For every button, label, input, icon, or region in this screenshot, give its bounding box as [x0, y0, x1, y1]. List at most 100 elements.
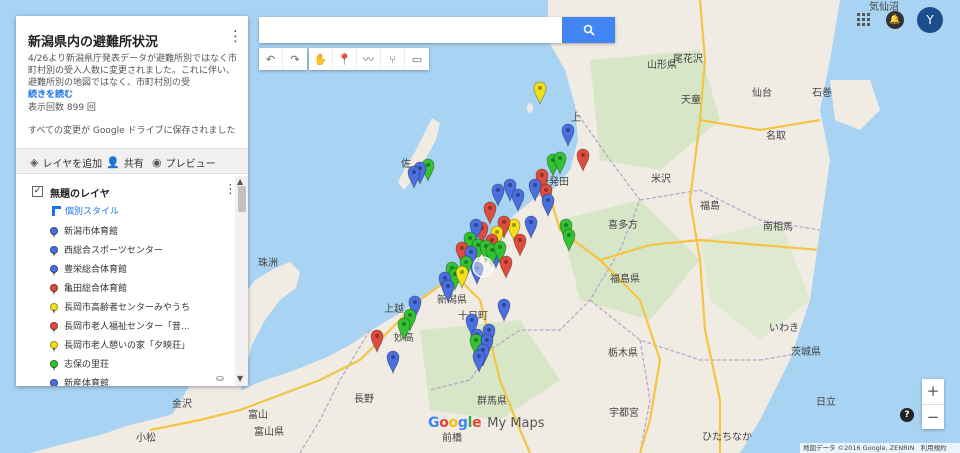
- map-description[interactable]: 4/26より新潟県庁発表データが避難所別ではなく市町村別の受入人数に変更されまし…: [28, 53, 240, 89]
- marker-pin-icon: [50, 302, 58, 314]
- marker-pin-icon: [50, 264, 58, 276]
- terms-link[interactable]: 利用規約: [921, 444, 947, 452]
- paint-roller-icon: [52, 205, 61, 216]
- help-icon[interactable]: ?: [900, 408, 914, 422]
- place-list-item[interactable]: 長岡市高齢者センターみやうち: [50, 300, 191, 314]
- map-place-label: 仙台: [752, 86, 772, 99]
- history-toolbar: ↶ ↷: [259, 48, 307, 70]
- zoom-control: + −: [922, 379, 944, 429]
- layer-visibility-checkbox[interactable]: ✓: [32, 186, 43, 197]
- map-place-label: 米沢: [651, 172, 671, 185]
- notification-bell-icon[interactable]: 🔔: [886, 11, 904, 29]
- read-more-link[interactable]: 続きを読む: [28, 87, 73, 100]
- style-link[interactable]: 個別スタイル: [52, 204, 119, 217]
- marker-pin-icon: [50, 245, 58, 257]
- place-name: 亀田総合体育館: [64, 284, 128, 294]
- map-place-label: 富山: [248, 408, 268, 421]
- layer-section: ✓ 無題のレイヤ ⋮ 個別スタイル 新潟市体育館 西総合スポーツセンター 豊栄総合体…: [16, 176, 248, 386]
- place-list-item[interactable]: 長岡市老人憩いの家「夕映荘」: [50, 338, 191, 352]
- avatar[interactable]: Y: [917, 7, 943, 33]
- place-name: 新産体育館: [64, 379, 110, 386]
- google-my-maps-logo: Google My Maps: [428, 415, 545, 431]
- place-name: 新潟市体育館: [64, 227, 119, 237]
- map-place-label: 新発田: [539, 175, 569, 188]
- place-list-item[interactable]: 志保の里荘: [50, 357, 109, 371]
- preview-label: プレビュー: [165, 159, 216, 170]
- map-place-label: 新潟県: [437, 293, 467, 306]
- map-place-label: いわき: [769, 322, 799, 334]
- map-place-label: 福島: [700, 199, 720, 212]
- place-name: 長岡市老人福祉センター「昔...: [64, 322, 190, 332]
- place-list-item[interactable]: 新潟市体育館: [50, 224, 119, 238]
- tools-toolbar: ✋ 📍 〰 ⑂ ▭: [309, 48, 429, 70]
- map-place-label: 小松: [136, 431, 156, 444]
- wordmark-letter: e: [472, 415, 482, 431]
- place-name: 長岡市高齢者センターみやうち: [64, 303, 191, 313]
- view-count: 表示回数 899 回: [28, 103, 96, 113]
- apps-grid-icon[interactable]: [857, 13, 871, 27]
- map-place-label: 天童: [681, 93, 701, 106]
- scroll-thumb[interactable]: [238, 186, 246, 212]
- place-name: 西総合スポーツセンター: [64, 246, 163, 256]
- map-place-label: 茨城県: [791, 345, 821, 358]
- style-link-label: 個別スタイル: [65, 207, 120, 217]
- preview-button[interactable]: ◉ プレビュー: [152, 155, 216, 170]
- product-name: My Maps: [487, 416, 545, 431]
- marker-pin-icon: [50, 378, 58, 386]
- map-place-label: 妙高: [394, 331, 414, 344]
- wordmark-letter: o: [448, 415, 459, 431]
- map-place-label: 石巻: [812, 87, 832, 99]
- directions-icon[interactable]: ⑂: [381, 48, 405, 70]
- map-place-label: 南相馬: [763, 220, 793, 233]
- search-button[interactable]: [562, 17, 615, 43]
- google-wordmark: Google: [428, 415, 482, 431]
- map-place-label: 佐: [401, 158, 411, 170]
- draw-line-icon[interactable]: 〰: [357, 48, 381, 70]
- map-place-label: 長野: [354, 393, 374, 405]
- marker-pin-icon: [50, 283, 58, 295]
- map-legend-panel: 新潟県内の避難所状況 ⋮ 4/26より新潟県庁発表データが避難所別ではなく市町村…: [16, 16, 248, 386]
- place-list-item[interactable]: 豊栄総合体育館: [50, 262, 127, 276]
- save-status: すべての変更が Google ドライブに保存されました: [28, 126, 236, 136]
- add-layer-button[interactable]: ◈ レイヤを追加: [30, 155, 102, 170]
- ruler-icon[interactable]: ▭: [405, 48, 429, 70]
- place-list-item[interactable]: 新産体育館: [50, 376, 109, 386]
- map-place-label: 日立: [816, 395, 836, 408]
- zoom-in-button[interactable]: +: [922, 379, 944, 404]
- map-place-label: 富山県: [254, 425, 284, 438]
- map-title[interactable]: 新潟県内の避難所状況: [28, 31, 158, 50]
- marker-pin-icon: [50, 340, 58, 352]
- search-icon: [583, 24, 595, 36]
- redo-icon[interactable]: ↷: [283, 48, 307, 70]
- map-place-label: 喜多方: [608, 218, 638, 231]
- place-list-item[interactable]: 亀田総合体育館: [50, 281, 128, 295]
- map-place-label: 尾花沢: [673, 52, 703, 65]
- layer-name[interactable]: 無題のレイヤ: [50, 185, 110, 200]
- paint-bucket-icon[interactable]: ⛀: [216, 374, 224, 384]
- map-place-label: 上越: [384, 302, 404, 315]
- panel-actions-bar: ◈ レイヤを追加 👤 共有 ◉ プレビュー: [16, 148, 248, 174]
- map-attribution: 地図データ ©2016 Google, ZENRIN 利用規約: [800, 443, 960, 453]
- scroll-down-arrow[interactable]: ▼: [237, 374, 243, 383]
- map-place-label: 上: [571, 112, 581, 124]
- place-name: 長岡市老人憩いの家「夕映荘」: [64, 341, 191, 351]
- search-input[interactable]: [259, 17, 563, 43]
- zoom-out-button[interactable]: −: [922, 404, 944, 429]
- add-marker-icon[interactable]: 📍: [333, 48, 357, 70]
- place-list-item[interactable]: 長岡市老人福祉センター「昔...: [50, 319, 190, 333]
- wordmark-letter: g: [457, 415, 468, 431]
- scroll-up-arrow[interactable]: ▲: [237, 177, 243, 186]
- land-awashima: [527, 103, 533, 113]
- map-place-label: 宇都宮: [609, 406, 639, 419]
- undo-icon[interactable]: ↶: [259, 48, 283, 70]
- hand-pan-icon[interactable]: ✋: [309, 48, 333, 70]
- wordmark-letter: o: [439, 415, 449, 431]
- map-place-label: 群馬県: [477, 394, 507, 407]
- panel-menu-icon[interactable]: ⋮: [228, 29, 243, 44]
- share-button[interactable]: 👤 共有: [106, 155, 144, 170]
- person-add-icon: 👤: [106, 156, 120, 169]
- search-bar: [259, 17, 615, 43]
- marker-pin-icon: [50, 321, 58, 333]
- place-list-item[interactable]: 西総合スポーツセンター: [50, 243, 163, 257]
- marker-pin-icon: [50, 359, 58, 371]
